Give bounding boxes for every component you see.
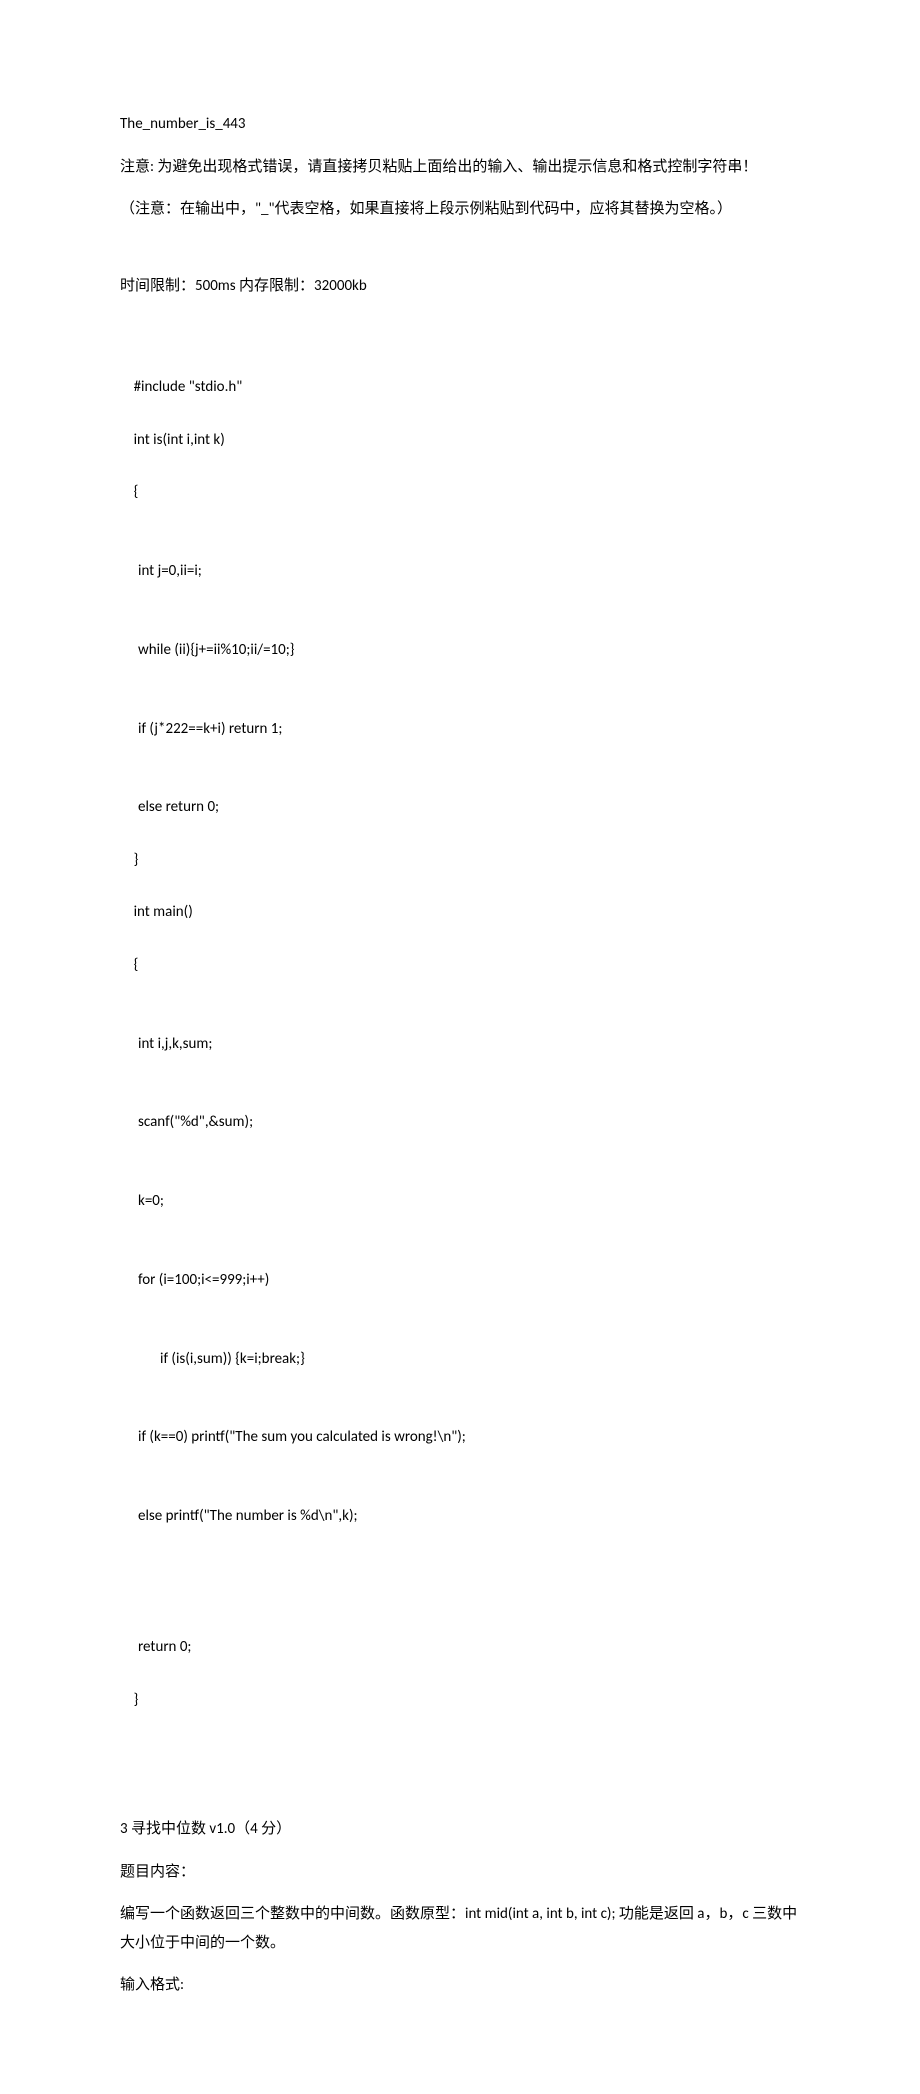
code-line: int main()	[134, 903, 193, 921]
code-line: int i,j,k,sum;	[120, 1031, 800, 1057]
code-line: for (i=100;i<=999;i++)	[120, 1267, 800, 1293]
code-line: int is(int i,int k)	[134, 431, 225, 449]
input-format-label: 输入格式:	[120, 1971, 800, 2000]
code-line: }	[134, 1691, 139, 1709]
question-3-title: 3 寻找中位数 v1.0（4 分）	[120, 1815, 800, 1844]
spacer	[120, 238, 800, 272]
notice-format: 注意: 为避免出现格式错误，请直接拷贝粘贴上面给出的输入、输出提示信息和格式控制…	[120, 153, 800, 182]
code-line: if (j*222==k+i) return 1;	[120, 716, 800, 742]
code-line: k=0;	[120, 1188, 800, 1214]
spacer	[120, 314, 800, 348]
code-line: #include "stdio.h"	[134, 378, 243, 396]
code-line: int j=0,ii=i;	[120, 558, 800, 584]
code-line: if (k==0) printf("The sum you calculated…	[120, 1424, 800, 1450]
notice-underscore: （注意：在输出中，"_"代表空格，如果直接将上段示例粘贴到代码中，应将其替换为空…	[120, 195, 800, 224]
limits-line: 时间限制：500ms 内存限制：32000kb	[120, 272, 800, 301]
output-example-line: The_number_is_443	[120, 110, 800, 139]
code-line: return 0;	[120, 1634, 800, 1660]
code-line: {	[134, 956, 139, 974]
code-line: scanf("%d",&sum);	[120, 1109, 800, 1135]
code-line: else return 0;	[120, 794, 800, 820]
document-page: The_number_is_443 注意: 为避免出现格式错误，请直接拷贝粘贴上…	[0, 0, 920, 2094]
code-line: }	[134, 851, 139, 869]
code-line: {	[134, 483, 139, 501]
question-content-label: 题目内容：	[120, 1858, 800, 1887]
code-line: if (is(i,sum)) {k=i;break;}	[120, 1346, 800, 1372]
code-block: #include "stdio.h" int is(int i,int k) {…	[120, 348, 800, 1739]
code-line: while (ii){j+=ii%10;ii/=10;}	[120, 637, 800, 663]
spacer	[120, 1745, 800, 1815]
question-content: 编写一个函数返回三个整数中的中间数。函数原型：int mid(int a, in…	[120, 1900, 800, 1957]
code-line: else printf("The number is %d\n",k);	[120, 1503, 800, 1529]
